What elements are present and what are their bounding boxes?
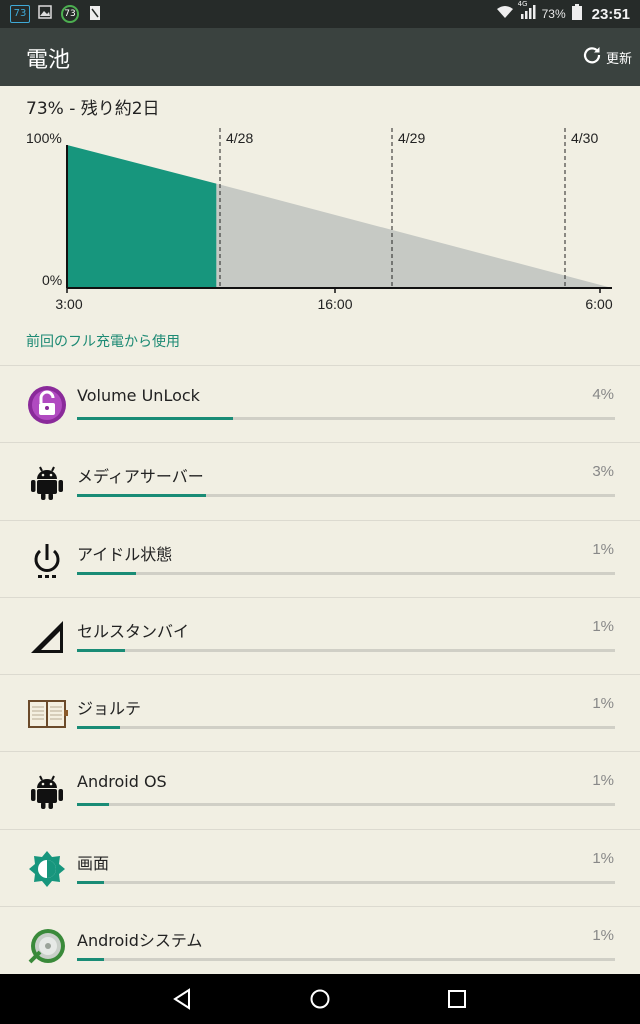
battery-projection-area [216, 183, 612, 288]
usage-percent: 3% [592, 463, 614, 481]
image-icon [38, 5, 52, 23]
usage-bar [77, 417, 615, 420]
refresh-label: 更新 [605, 51, 632, 67]
usage-percent: 4% [592, 386, 614, 403]
usage-bar-fill [77, 803, 110, 807]
android-system-icon [26, 925, 68, 967]
app-bar: 電池 更新 [0, 28, 640, 86]
usage-app-name: アイドル状態 [77, 544, 173, 564]
usage-percent: 1% [592, 927, 614, 945]
status-bar: 73 73 4G 73% 23:51 [0, 0, 640, 28]
usage-row[interactable]: Volume UnLock 4% [0, 365, 640, 442]
usage-bar [77, 648, 615, 652]
usage-bar-fill [77, 880, 104, 884]
usage-row[interactable]: Android OS 1% [0, 751, 640, 828]
date-marker-label: 4/30 [571, 130, 598, 146]
battery-history-area [67, 145, 217, 288]
usage-bar [77, 571, 615, 575]
x-tick-label: 3:00 [55, 296, 82, 312]
power-icon [26, 539, 68, 581]
usage-app-name: Volume UnLock [77, 386, 200, 405]
clock: 23:51 [591, 5, 630, 23]
usage-bar [77, 880, 615, 884]
usage-bar [77, 494, 615, 498]
usage-row[interactable]: アイドル状態 1% [0, 519, 640, 597]
battery-percent: 73% [541, 7, 566, 21]
date-marker-label: 4/29 [398, 130, 425, 146]
back-icon[interactable] [170, 987, 194, 1011]
usage-percent: 1% [592, 849, 614, 867]
brightness-icon [26, 848, 68, 890]
android-icon [26, 461, 68, 503]
file-icon [88, 5, 102, 23]
usage-app-name: 画面 [77, 853, 110, 873]
signal-icon: 4G [518, 0, 536, 24]
usage-row[interactable]: メディアサーバー 3% [0, 442, 640, 519]
usage-bar [77, 958, 615, 962]
cell-signal-icon [26, 616, 68, 658]
usage-percent: 1% [592, 540, 614, 558]
y-tick-label: 0% [42, 272, 62, 288]
recents-icon[interactable] [445, 987, 469, 1011]
battery-icon [571, 4, 582, 24]
usage-app-name: Androidシステム [77, 931, 203, 951]
x-tick-label: 16:00 [317, 296, 352, 312]
battery-chart-svg: 4/28 4/29 4/30 100% 0% 3:00 16:00 6:00 [26, 128, 613, 312]
usage-app-name: Android OS [77, 772, 167, 792]
usage-app-name: セルスタンバイ [77, 621, 190, 641]
usage-bar-fill [77, 417, 234, 420]
lock-icon [26, 384, 68, 426]
usage-bar-fill [77, 571, 137, 575]
notification-73-icon: 73 [10, 5, 30, 23]
usage-bar-fill [77, 726, 121, 730]
usage-percent: 1% [592, 772, 614, 790]
page-title: 電池 [26, 48, 71, 73]
usage-app-name: メディアサーバー [77, 467, 204, 487]
android-icon [26, 770, 68, 812]
usage-bar [77, 803, 615, 807]
usage-bar [77, 726, 615, 730]
usage-percent: 1% [592, 617, 614, 635]
refresh-button[interactable]: 更新 [582, 44, 632, 70]
usage-section-header: 前回のフル充電から使用 [26, 334, 180, 350]
y-tick-label: 100% [26, 130, 62, 146]
battery-saver-73-icon: 73 [61, 5, 79, 23]
usage-row[interactable]: 画面 1% [0, 828, 640, 906]
usage-bar-fill [77, 958, 104, 962]
wifi-icon [496, 5, 514, 23]
usage-bar-fill [77, 648, 126, 652]
network-type: 4G [517, 0, 528, 8]
usage-row[interactable]: セルスタンバイ 1% [0, 596, 640, 674]
x-tick-label: 6:00 [585, 296, 612, 312]
battery-summary: 73% - 残り約2日 [26, 99, 160, 119]
planner-icon [26, 693, 68, 735]
date-marker-label: 4/28 [226, 130, 253, 146]
home-icon[interactable] [308, 987, 332, 1011]
usage-row[interactable]: ジョルテ 1% [0, 674, 640, 751]
usage-list: Volume UnLock 4% メディアサーバー 3% アイドル状態 1% セルスタンバイ… [0, 365, 640, 983]
usage-bar-fill [77, 494, 207, 498]
battery-chart: 4/28 4/29 4/30 100% 0% 3:00 16:00 6:00 [0, 120, 640, 320]
navigation-bar [0, 974, 640, 1024]
usage-percent: 1% [592, 695, 614, 713]
usage-app-name: ジョルテ [77, 699, 142, 719]
usage-row[interactable]: Androidシステム 1% [0, 906, 640, 983]
refresh-icon [582, 45, 602, 69]
